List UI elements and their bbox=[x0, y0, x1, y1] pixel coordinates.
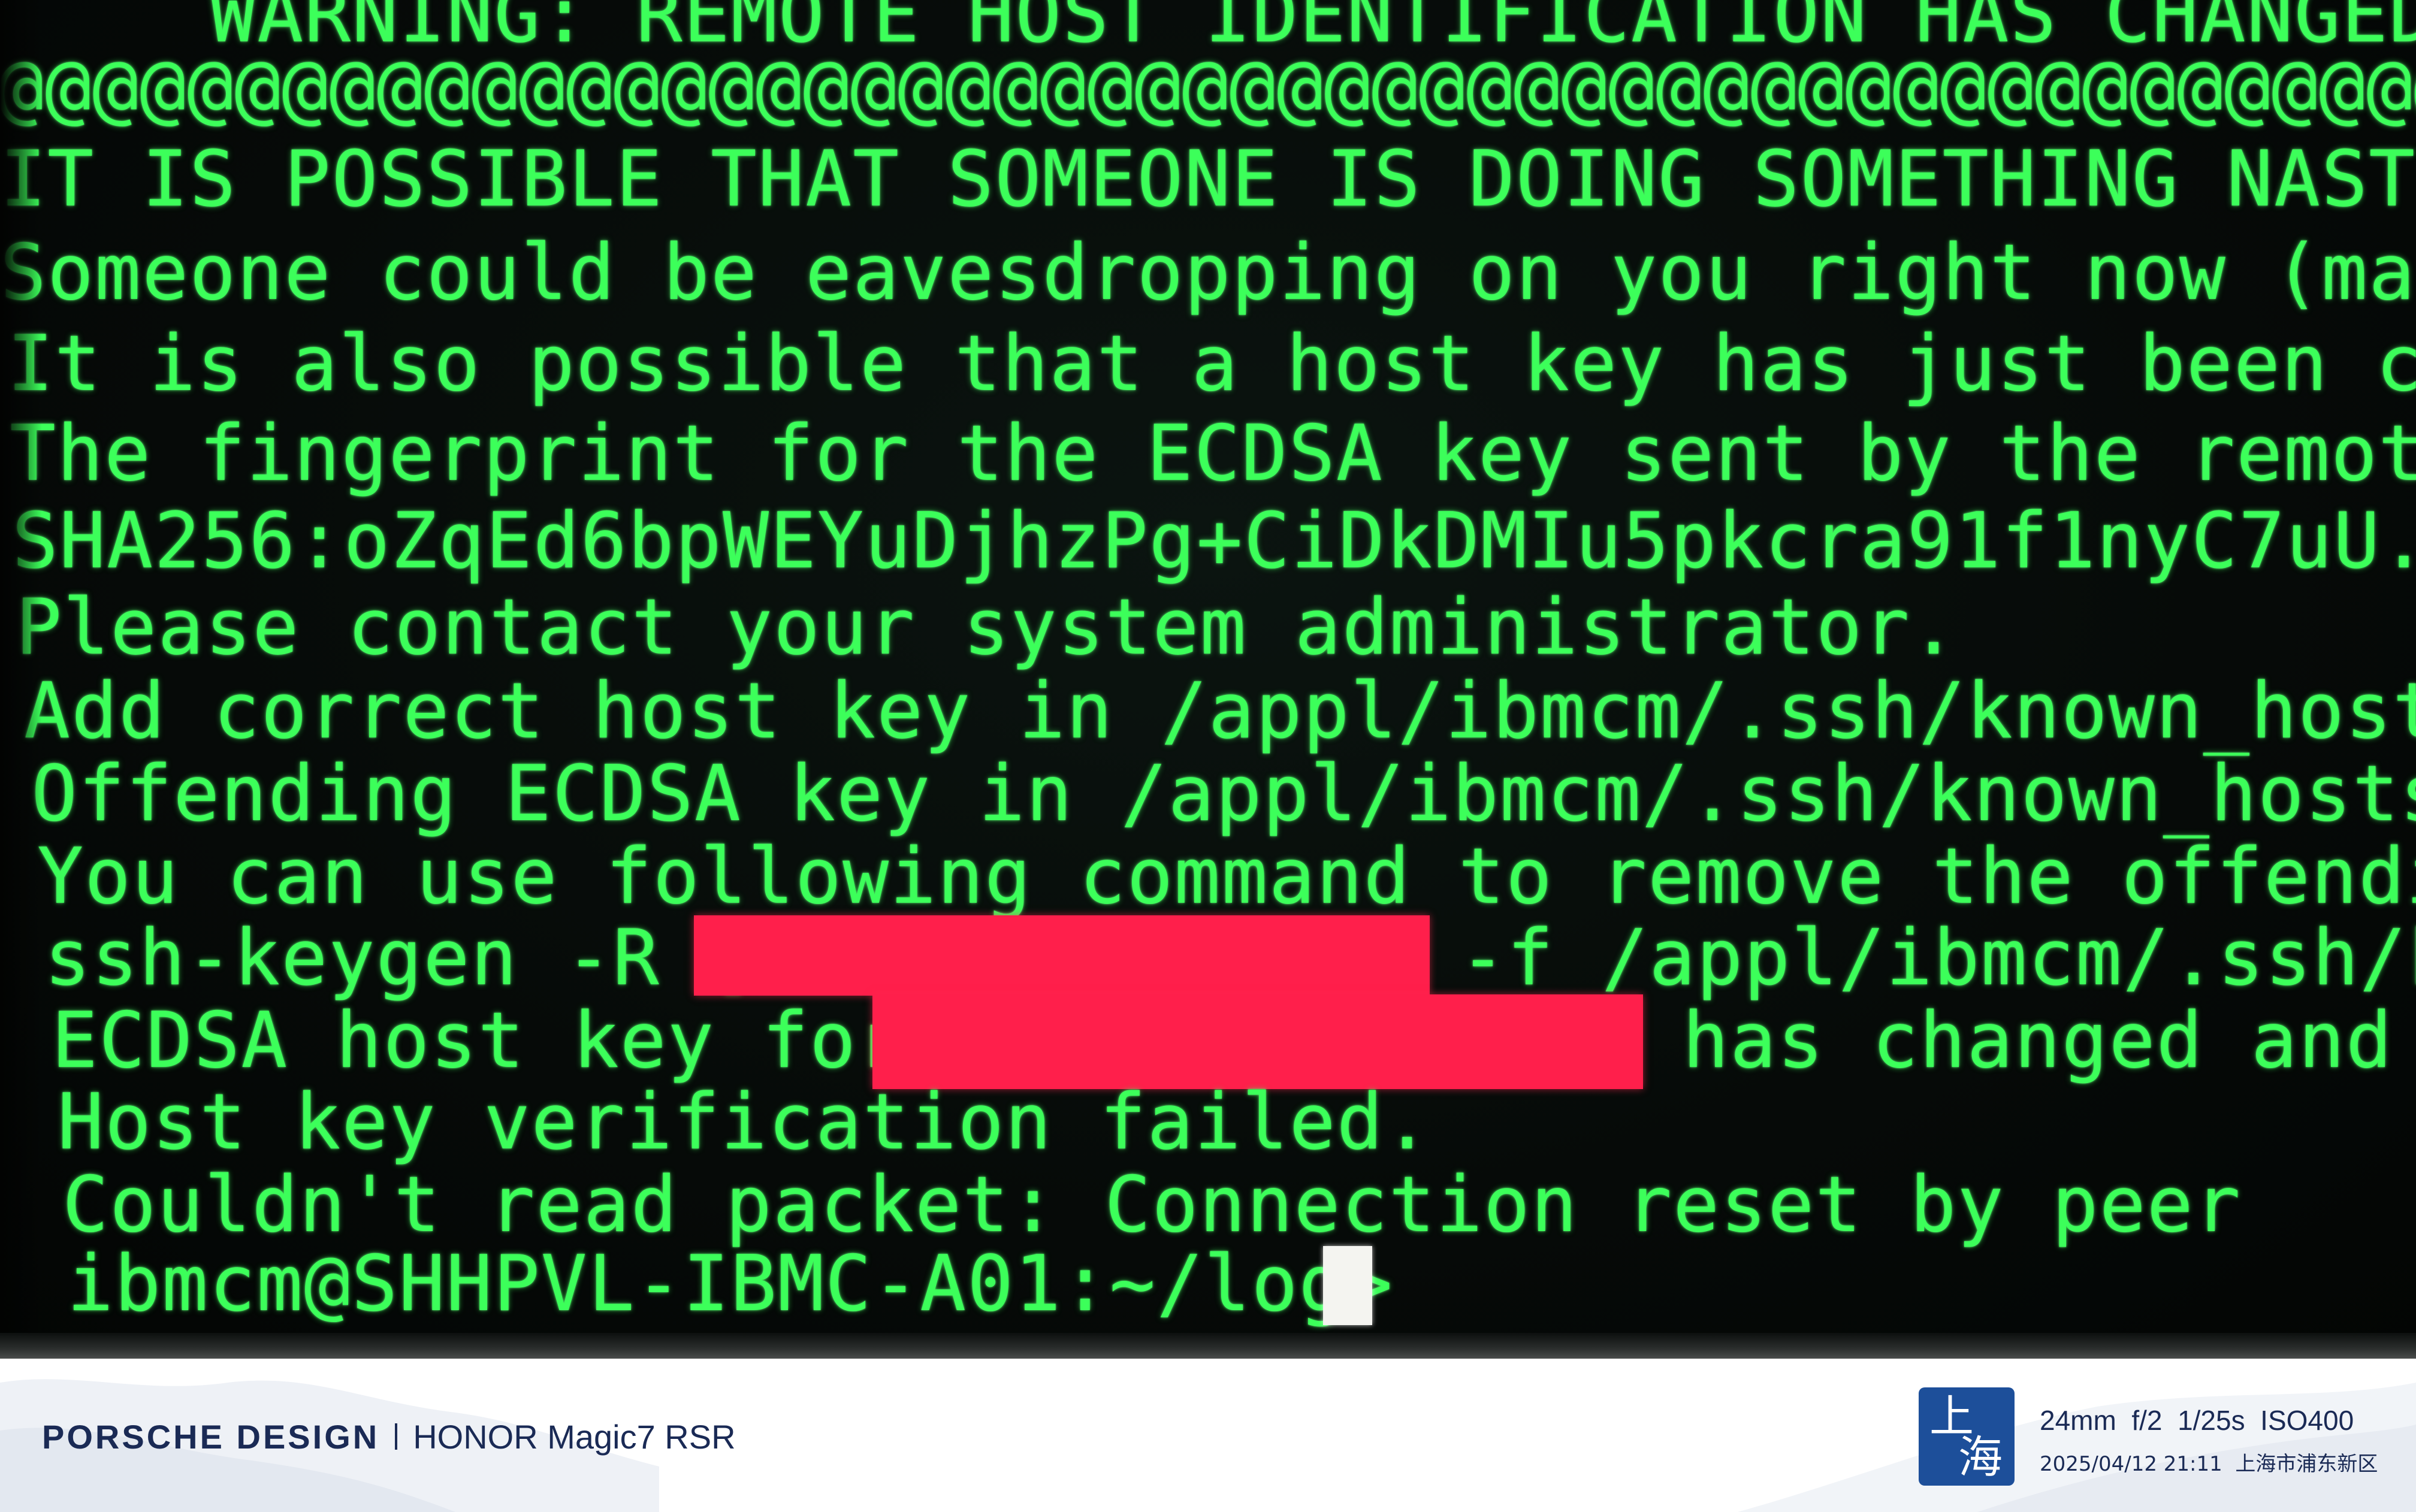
terminal-line-fingerprint-intro: The fingerprint for the ECDSA key sent b… bbox=[10, 409, 2416, 498]
terminal-line-key-changed: It is also possible that a host key has … bbox=[7, 319, 2416, 409]
terminal-prompt[interactable]: ibmcm@SHHPVL-IBMC-A01:~/log> bbox=[67, 1246, 1394, 1323]
camera-model: HONOR Magic7 RSR bbox=[413, 1417, 736, 1456]
exif-settings: 24mm f/2 1/25s ISO400 bbox=[2040, 1405, 2354, 1436]
terminal-line-verification-failed: Host key verification failed. bbox=[58, 1078, 1432, 1167]
exif-datetime-location: 2025/04/12 21:11 上海市浦东新区 bbox=[2040, 1447, 2378, 1477]
monitor-bezel-bottom bbox=[0, 1333, 2416, 1359]
terminal-line-use-command: You can use following command to remove … bbox=[37, 832, 2416, 921]
monitor-bezel-left bbox=[0, 0, 42, 1359]
terminal-line-ecdsa-host-key: ECDSA host key for bbox=[52, 996, 905, 1085]
terminal-window[interactable]: WARNING: REMOTE HOST IDENTIFICATION HAS … bbox=[0, 0, 2416, 1333]
camera-brand-label: PORSCHE DESIGN HONOR Magic7 RSR bbox=[42, 1416, 736, 1457]
terminal-line-ssh-keygen-args: -f /appl/ibmcm/.ssh/kn bbox=[1460, 914, 2416, 1003]
terminal-cursor bbox=[1323, 1246, 1372, 1325]
terminal-line-ssh-keygen: ssh-keygen -R [ bbox=[44, 914, 755, 1003]
brand-name: PORSCHE DESIGN bbox=[42, 1417, 380, 1456]
terminal-line-fingerprint: SHA256:oZqEd6bpWEYuDjhzPg+CiDkDMIu5pkcra… bbox=[12, 497, 2416, 586]
terminal-line-offending-key: Offending ECDSA key in /appl/ibmcm/.ssh/… bbox=[31, 749, 2416, 839]
photo-location: 上海市浦东新区 bbox=[2235, 1452, 2378, 1476]
brand-separator bbox=[395, 1423, 398, 1450]
terminal-photo: WARNING: REMOTE HOST IDENTIFICATION HAS … bbox=[0, 0, 2416, 1359]
terminal-line-add-correct-key: Add correct host key in /appl/ibmcm/.ssh… bbox=[24, 667, 2416, 756]
terminal-line-possible-nasty: IT IS POSSIBLE THAT SOMEONE IS DOING SOM… bbox=[0, 135, 2416, 224]
terminal-line-eavesdropping: Someone could be eavesdropping on you ri… bbox=[0, 228, 2416, 317]
redaction-box-host bbox=[872, 994, 1643, 1089]
photo-datetime: 2025/04/12 21:11 bbox=[2040, 1452, 2222, 1476]
redaction-box-hostname bbox=[694, 915, 1430, 996]
city-seal-logo: 上 海 bbox=[1919, 1387, 2015, 1486]
terminal-line-contact-admin: Please contact your system administrator… bbox=[16, 583, 1958, 672]
terminal-line-has-changed: has changed and y bbox=[1683, 996, 2416, 1085]
terminal-line-at-signs: @@@@@@@@@@@@@@@@@@@@@@@@@@@@@@@@@@@@@@@@… bbox=[0, 44, 2416, 133]
camera-watermark-footer: PORSCHE DESIGN HONOR Magic7 RSR 上 海 24mm… bbox=[0, 1359, 2416, 1512]
seal-char-bottom: 海 bbox=[1958, 1432, 2003, 1483]
terminal-line-connection-reset: Couldn't read packet: Connection reset b… bbox=[62, 1160, 2242, 1250]
